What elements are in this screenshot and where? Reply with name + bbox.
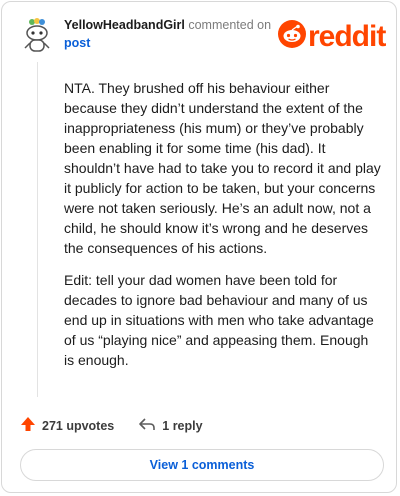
reply-button[interactable]: 1 reply (138, 416, 203, 435)
user-avatar-icon[interactable] (20, 16, 54, 54)
reddit-logo[interactable]: reddit (278, 19, 386, 53)
comment-paragraph: NTA. They brushed off his behaviour eith… (64, 80, 381, 256)
reddit-wordmark: reddit (308, 19, 386, 53)
view-comments-button[interactable]: View 1 comments (20, 449, 384, 481)
comment-card: YellowHeadbandGirl commented on post red… (1, 1, 397, 493)
username-link[interactable]: YellowHeadbandGirl (64, 18, 185, 32)
commented-on-text: commented on (188, 18, 272, 32)
post-link[interactable]: post (64, 34, 90, 52)
comment-paragraph: Edit: tell your dad women have been told… (64, 272, 374, 368)
thread-line (37, 62, 38, 397)
comment-body: NTA. They brushed off his behaviour eith… (64, 78, 382, 382)
upvote-arrow-icon (20, 416, 42, 435)
comment-actions: 271 upvotes 1 reply (20, 416, 227, 435)
reddit-snoo-icon (278, 20, 306, 53)
replies-count: 1 reply (162, 418, 203, 433)
upvotes-count: 271 upvotes (42, 418, 115, 433)
reply-arrow-icon (138, 416, 162, 435)
upvote-button[interactable]: 271 upvotes (20, 416, 114, 435)
comment-header: YellowHeadbandGirl commented on (64, 16, 271, 34)
